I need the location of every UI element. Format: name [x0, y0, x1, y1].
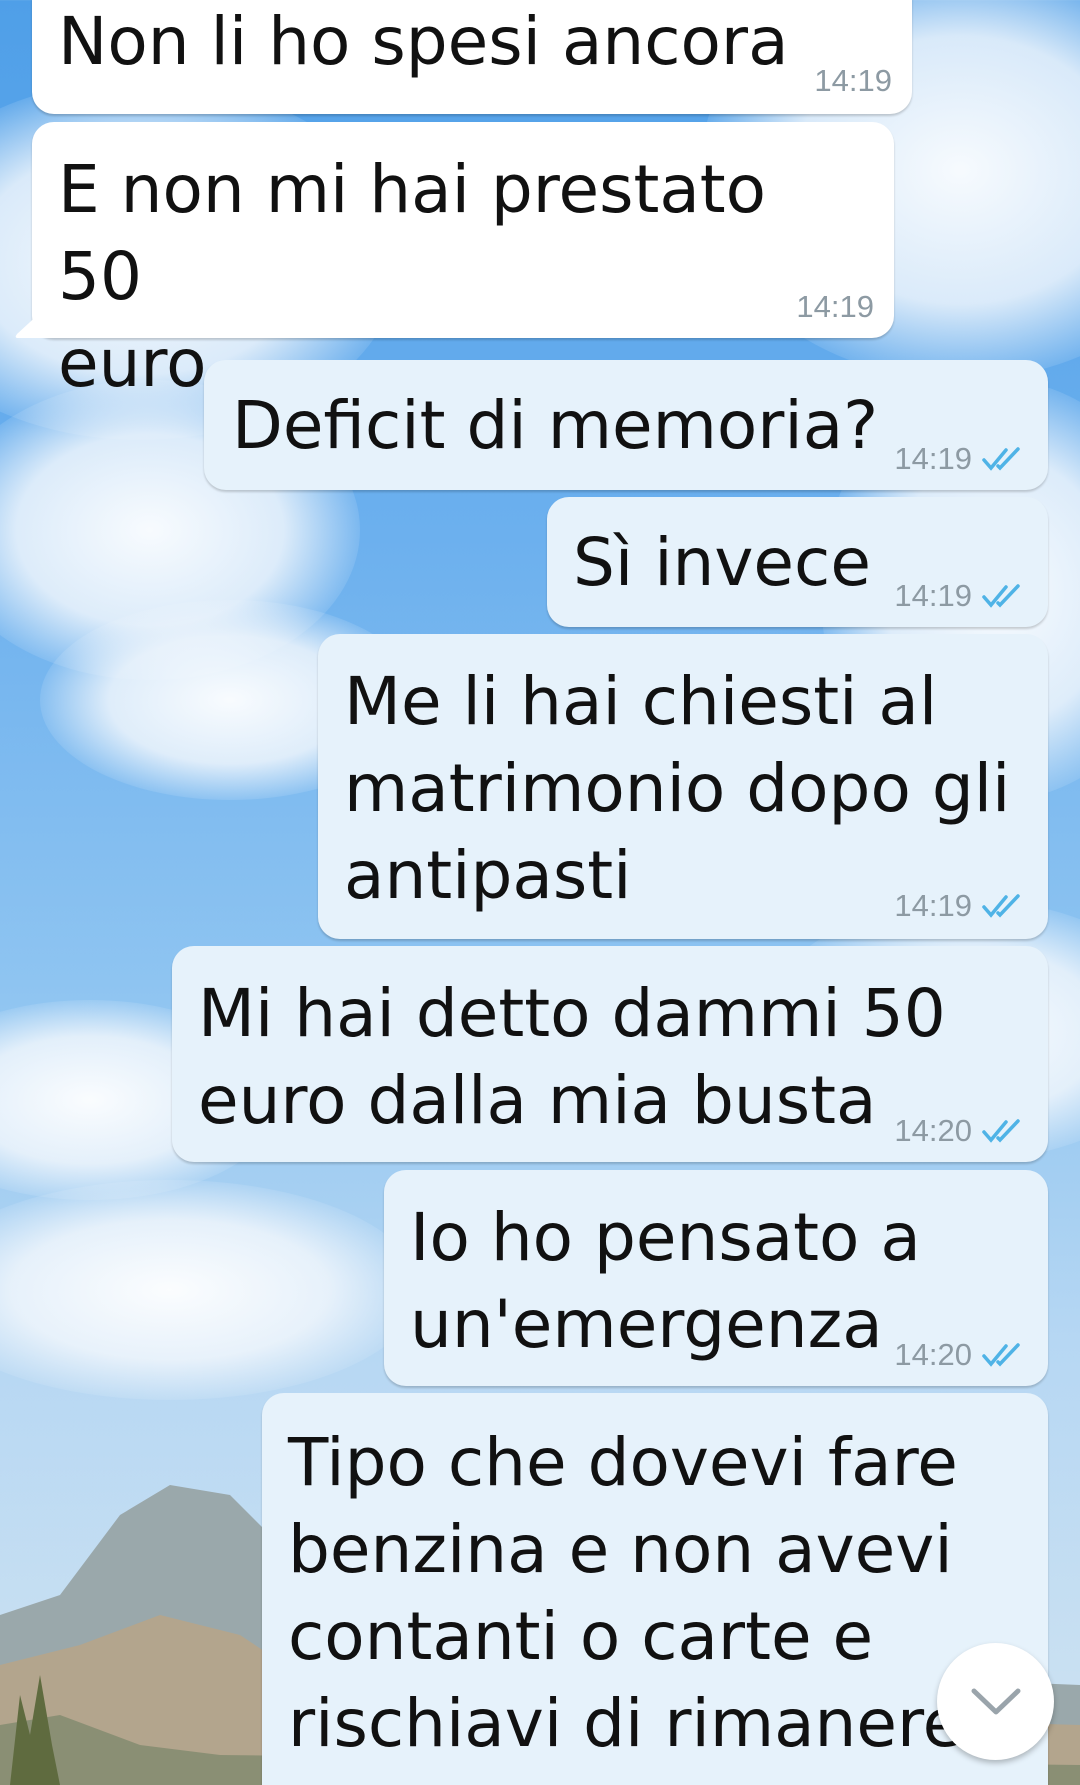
read-receipt-icon — [982, 893, 1020, 918]
message-time: 14:19 — [796, 289, 874, 324]
message-time: 14:20 — [894, 1113, 972, 1148]
message-time: 14:19 — [894, 441, 972, 476]
outgoing-message[interactable]: Sì invece 14:19 — [547, 497, 1048, 627]
scroll-to-bottom-button[interactable] — [937, 1643, 1054, 1760]
message-meta: 14:19 — [814, 65, 892, 96]
message-time: 14:19 — [894, 888, 972, 923]
outgoing-message[interactable]: Deficit di memoria? 14:19 — [204, 360, 1048, 490]
message-meta: 14:19 — [894, 890, 1028, 921]
message-text: Non li ho spesi ancora — [58, 3, 789, 80]
outgoing-message[interactable]: Mi hai detto dammi 50 euro dalla mia bus… — [172, 946, 1048, 1162]
message-meta: 14:19 — [894, 580, 1028, 611]
incoming-bubble-tail — [15, 300, 54, 338]
chat-message-list[interactable]: Non li ho spesi ancora 14:19 E non mi ha… — [0, 0, 1080, 1785]
message-text: Tipo che dovevi fare benzina e non avevi… — [288, 1424, 964, 1762]
read-receipt-icon — [982, 1118, 1020, 1143]
message-meta: 14:19 — [894, 443, 1028, 474]
message-meta: 14:20 — [894, 1339, 1028, 1370]
outgoing-message[interactable]: Tipo che dovevi fare benzina e non avevi… — [262, 1393, 1048, 1785]
incoming-message[interactable]: E non mi hai prestato 50 euro 14:19 — [32, 122, 894, 402]
message-meta: 14:19 — [796, 291, 874, 322]
outgoing-message[interactable]: Me li hai chiesti al matrimonio dopo gli… — [318, 634, 1048, 939]
read-receipt-icon — [982, 446, 1020, 471]
incoming-message[interactable]: Non li ho spesi ancora 14:19 — [32, 0, 912, 114]
read-receipt-icon — [982, 1342, 1020, 1367]
message-time: 14:19 — [814, 63, 892, 98]
message-time: 14:20 — [894, 1337, 972, 1372]
chevron-down-icon — [971, 1688, 1020, 1714]
message-meta: 14:20 — [894, 1115, 1028, 1146]
message-text: Me li hai chiesti al matrimonio dopo gli… — [344, 663, 1011, 914]
message-time: 14:19 — [894, 578, 972, 613]
read-receipt-icon — [982, 583, 1020, 608]
outgoing-message[interactable]: Io ho pensato a un'emergenza 14:20 — [384, 1170, 1048, 1386]
